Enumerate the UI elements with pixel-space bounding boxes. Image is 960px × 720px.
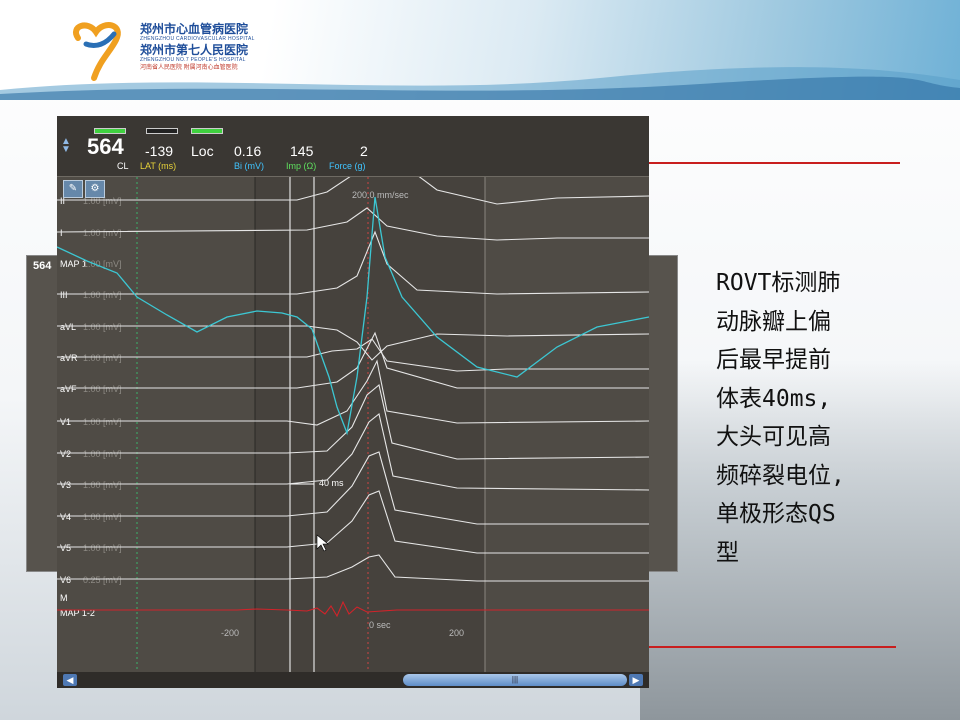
channel-label: aVL bbox=[60, 322, 76, 332]
channel-label: V2 bbox=[60, 449, 71, 459]
description-line: 动脉瓣上偏 bbox=[716, 308, 831, 335]
hospital-names: 郑州市心血管病医院 ZHENGZHOU CARDIOVASCULAR HOSPI… bbox=[140, 22, 255, 73]
channel-gain: 1.00 [mV] bbox=[83, 512, 122, 522]
channel-label: I bbox=[60, 228, 63, 238]
channel-gain: 1.00 [mV] bbox=[83, 449, 122, 459]
background-window-right bbox=[648, 255, 678, 572]
description-line: 体表40ms, bbox=[716, 385, 832, 412]
channel-gain: 1.00 [mV] bbox=[83, 480, 122, 490]
cl-label: CL bbox=[117, 161, 129, 171]
divider-line-top bbox=[648, 162, 900, 164]
lat-value: -139 bbox=[145, 143, 174, 159]
channel-gain: 1.00 [mV] bbox=[83, 543, 122, 553]
lat-label: LAT (ms) bbox=[140, 161, 177, 171]
channel-gain: 1.00 [mV] bbox=[83, 417, 122, 427]
scroll-thumb[interactable]: ||| bbox=[403, 674, 627, 686]
tool-icon-1[interactable]: ✎ bbox=[63, 180, 83, 198]
description-line: 型 bbox=[716, 539, 739, 566]
channel-gain: 1.00 [mV] bbox=[83, 228, 122, 238]
channel-label: V5 bbox=[60, 543, 71, 553]
channel-gain: 0.25 [mV] bbox=[83, 575, 122, 585]
description-line: 大头可见高 bbox=[716, 424, 831, 450]
signal-plot-area[interactable]: 200.0 mm/sec 40 ms -200 0 sec 200 II 1.00… bbox=[57, 177, 649, 672]
description-line: 后最早提前 bbox=[716, 347, 831, 373]
loc-indicator-bar bbox=[191, 128, 223, 134]
channel-label: aVR bbox=[60, 353, 78, 363]
sweep-speed-label: 200.0 mm/sec bbox=[352, 190, 409, 200]
bi-label: Bi (mV) bbox=[234, 161, 264, 171]
channel-label: V3 bbox=[60, 480, 71, 490]
channel-label: aVF bbox=[60, 384, 77, 394]
hospital-name-2: 郑州市第七人民医院 bbox=[140, 43, 249, 57]
channel-label: V4 bbox=[60, 512, 71, 522]
header-banner: 郑州市心血管病医院 ZHENGZHOU CARDIOVASCULAR HOSPI… bbox=[0, 0, 960, 100]
axis-tick-left: -200 bbox=[221, 628, 239, 638]
bi-value: 0.16 bbox=[234, 143, 262, 159]
description-line: ROVT标测肺 bbox=[716, 270, 841, 296]
hospital-name-1: 郑州市心血管病医院 bbox=[140, 22, 249, 36]
channel-gain: 1.00 [mV] bbox=[83, 322, 122, 332]
divider-line-bottom bbox=[648, 646, 896, 648]
channel-gain: 1.00 [mV] bbox=[83, 290, 122, 300]
axis-tick-zero: 0 sec bbox=[369, 620, 391, 630]
imp-value: 145 bbox=[290, 143, 314, 159]
lat-indicator-bar bbox=[146, 128, 178, 134]
hospital-name-2-en: ZHENGZHOU NO.7 PEOPLE'S HOSPITAL bbox=[140, 57, 246, 63]
channel-label: III bbox=[60, 290, 68, 300]
tool-icon-2[interactable]: ⚙ bbox=[85, 180, 105, 198]
slide-description: ROVT标测肺 动脉瓣上偏 后最早提前 体表40ms, 大头可见高 频碎裂电位,… bbox=[716, 264, 916, 572]
horizontal-scrollbar[interactable]: ◀ ||| ▶ bbox=[57, 672, 649, 688]
interval-label: 40 ms bbox=[319, 478, 344, 488]
channel-gain: 1.00 [mV] bbox=[83, 384, 122, 394]
hospital-name-3: 河南省人民医院 附属河南心血管医院 bbox=[140, 65, 238, 71]
axis-tick-right: 200 bbox=[449, 628, 464, 638]
imp-label: Imp (Ω) bbox=[286, 161, 317, 171]
measurement-toolbar: ▲ ▼ 564 CL -139 LAT (ms) Loc 0.16 Bi (mV)… bbox=[57, 116, 649, 177]
loc-value: Loc bbox=[191, 143, 214, 159]
background-cl-value: 564 bbox=[33, 260, 52, 272]
channel-label: M bbox=[60, 593, 68, 603]
cl-updown-icon[interactable]: ▲ ▼ bbox=[61, 137, 71, 155]
hospital-name-1-en: ZHENGZHOU CARDIOVASCULAR HOSPITAL bbox=[140, 36, 255, 42]
scroll-right-icon[interactable]: ▶ bbox=[629, 674, 643, 686]
channel-gain: 1.00 [mV] bbox=[83, 353, 122, 363]
channel-label: V1 bbox=[60, 417, 71, 427]
scroll-left-icon[interactable]: ◀ bbox=[63, 674, 77, 686]
description-line: 单极形态QS bbox=[716, 501, 836, 527]
channel-label: V6 bbox=[60, 575, 71, 585]
description-line: 频碎裂电位, bbox=[716, 462, 845, 489]
force-label: Force (g) bbox=[329, 161, 366, 171]
ep-mapping-screenshot: ▲ ▼ 564 CL -139 LAT (ms) Loc 0.16 Bi (mV)… bbox=[57, 116, 649, 688]
hospital-logo-icon bbox=[73, 22, 121, 81]
force-value: 2 bbox=[360, 143, 368, 159]
cl-value: 564 bbox=[87, 134, 124, 159]
